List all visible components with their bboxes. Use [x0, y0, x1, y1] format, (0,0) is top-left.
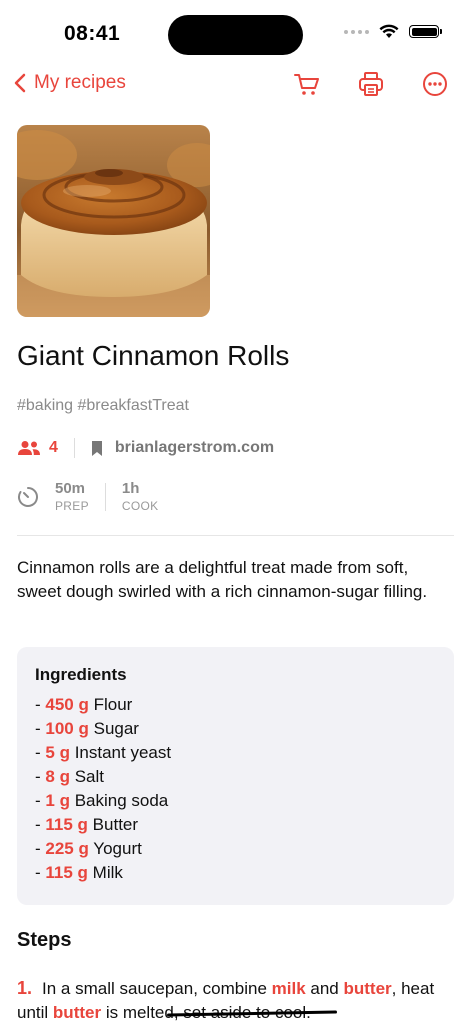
step-ingredient-link[interactable]: milk — [272, 979, 306, 998]
ingredient-name: Butter — [92, 815, 139, 834]
ingredient-item: - 8 g Salt — [35, 767, 104, 786]
people-icon — [18, 441, 40, 455]
timer-icon — [18, 486, 38, 507]
prep-time: 50m PREP — [55, 480, 89, 513]
status-bar: 08:41 — [0, 0, 471, 64]
ingredients-title: Ingredients — [35, 665, 127, 684]
recipe-title: Giant Cinnamon Rolls — [17, 340, 290, 371]
ingredient-item: - 115 g Milk — [35, 863, 123, 882]
prep-time-value: 50m — [55, 480, 86, 497]
recipe-tags[interactable]: #baking #breakfastTreat — [17, 397, 189, 415]
ingredient-item: - 1 g Baking soda — [35, 791, 169, 810]
source-link[interactable]: brianlagerstrom.com — [91, 439, 274, 457]
step-text: In a small saucepan, combine — [42, 979, 272, 998]
times-row: 50m PREP 1h COOK — [17, 480, 158, 513]
recipe-description: Cinnamon rolls are a delightful treat ma… — [17, 558, 428, 601]
navigation-bar: My recipes — [0, 64, 471, 106]
step-text: and — [305, 979, 344, 998]
ingredient-item: - 100 g Sugar — [35, 719, 139, 738]
bookmark-icon — [91, 440, 102, 456]
ingredient-name: Salt — [74, 767, 104, 786]
prep-time-label: PREP — [55, 499, 89, 513]
ingredient-name: Baking soda — [74, 791, 169, 810]
printer-icon[interactable] — [357, 70, 385, 98]
battery-icon — [409, 25, 442, 38]
ingredient-name: Milk — [92, 863, 123, 882]
servings-count: 4 — [49, 439, 58, 456]
divider — [73, 438, 75, 458]
step-item: 1. In a small saucepan, combine milk and … — [17, 976, 457, 1025]
cook-time: 1h COOK — [122, 480, 159, 513]
ingredient-name: Flour — [93, 695, 133, 714]
ingredient-qty: 450 g — [45, 695, 89, 714]
step-number: 1. — [17, 978, 33, 998]
ingredient-item: - 450 g Flour — [35, 695, 133, 714]
cook-time-label: COOK — [121, 499, 159, 513]
divider — [104, 482, 106, 511]
ingredients-list: - 450 g Flour - 100 g Sugar - 5 g Instan… — [35, 693, 436, 885]
ingredient-qty: 115 g — [45, 815, 88, 834]
ingredient-qty: 8 g — [45, 767, 70, 786]
chevron-left-icon — [14, 73, 26, 93]
ingredient-name: Yogurt — [93, 839, 142, 858]
ingredient-name: Instant yeast — [74, 743, 172, 762]
step-ingredient-link[interactable]: butter — [53, 1003, 101, 1022]
ingredient-qty: 5 g — [45, 743, 70, 762]
ingredient-qty: 100 g — [45, 719, 89, 738]
steps-title: Steps — [17, 929, 72, 951]
ingredient-item: - 225 g Yogurt — [35, 839, 142, 858]
meta-row: 4 brianlagerstrom.com — [17, 436, 274, 460]
ingredient-qty: 1 g — [45, 791, 70, 810]
nav-actions — [293, 70, 449, 98]
wifi-icon — [379, 24, 399, 38]
servings[interactable]: 4 — [17, 439, 58, 457]
ingredients-card: Ingredients - 450 g Flour - 100 g Sugar … — [17, 647, 454, 905]
cart-icon[interactable] — [293, 70, 321, 98]
cook-time-value: 1h — [121, 480, 140, 497]
back-label: My recipes — [34, 72, 126, 93]
section-divider — [17, 535, 454, 536]
recipe-photo — [17, 125, 210, 317]
ingredient-name: Sugar — [93, 719, 139, 738]
dynamic-island — [168, 15, 303, 55]
cellular-signal-icon — [344, 29, 369, 34]
ellipsis-circle-icon[interactable] — [421, 70, 449, 98]
ingredient-item: - 115 g Butter — [35, 815, 139, 834]
status-icons — [344, 24, 442, 39]
ingredient-qty: 115 g — [45, 863, 88, 882]
source-label: brianlagerstrom.com — [114, 439, 275, 456]
ingredient-item: - 5 g Instant yeast — [35, 743, 172, 762]
ingredient-qty: 225 g — [45, 839, 89, 858]
status-time: 08:41 — [64, 22, 121, 45]
step-ingredient-link[interactable]: butter — [343, 979, 391, 998]
back-button[interactable]: My recipes — [14, 72, 126, 94]
